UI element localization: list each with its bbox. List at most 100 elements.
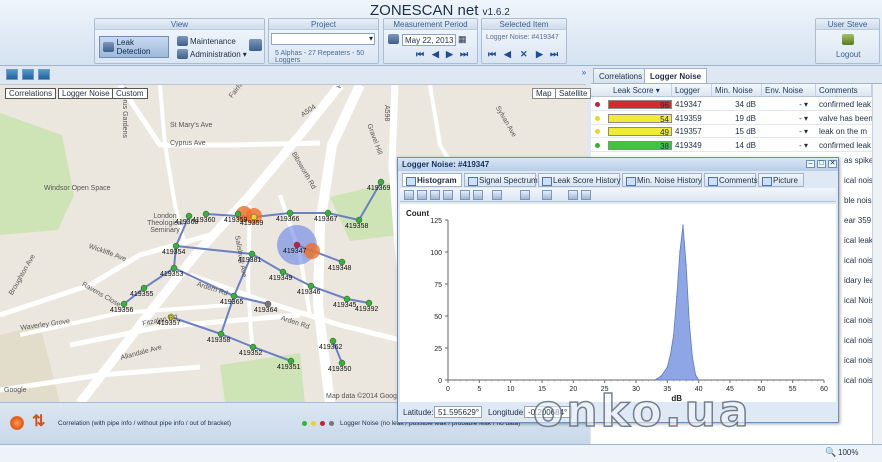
map-mode-button[interactable]: Map: [532, 88, 556, 99]
first-item-icon[interactable]: ⏮: [488, 49, 496, 60]
y-axis-label: Count: [406, 209, 429, 218]
bar-chart-icon[interactable]: [404, 190, 414, 200]
project-group-title: Project: [269, 19, 378, 30]
status-dot: [595, 102, 600, 107]
close-item-icon[interactable]: ✕: [520, 49, 528, 60]
leak-score-bar: 54: [608, 113, 672, 124]
comment-cell: as spikes: [844, 156, 872, 165]
prev-item-icon[interactable]: ◀: [504, 49, 511, 60]
comment-cell: ical noise: [844, 176, 872, 185]
area-chart-icon[interactable]: [417, 190, 427, 200]
last-item-icon[interactable]: ⏭: [550, 49, 558, 60]
table-row[interactable]: 54 419359 19 dB - ▾ valve has been: [591, 112, 872, 125]
line-chart-icon[interactable]: [430, 190, 440, 200]
correlation-burst-icon: [10, 416, 24, 430]
project-select[interactable]: ▾: [271, 33, 375, 45]
histogram-point: [669, 353, 672, 355]
admin-icon: [177, 49, 188, 59]
latitude-field[interactable]: 51.595629°: [434, 406, 482, 418]
x-tick-label: 5: [477, 386, 481, 393]
logger-label: 419354: [162, 249, 186, 256]
maintenance-button[interactable]: Maintenance: [177, 36, 236, 46]
calendar-icon[interactable]: ▦: [458, 34, 467, 45]
logger-label: 419350: [328, 366, 352, 373]
col-logger[interactable]: Logger: [672, 84, 712, 97]
period-toggle-icon[interactable]: [388, 34, 399, 44]
legend-icon[interactable]: [520, 190, 530, 200]
min-noise-cell: 15 dB: [735, 127, 756, 136]
tab-correlations[interactable]: Correlations: [593, 68, 649, 83]
ribbon: ZONESCAN net v1.6.2 View Leak Detection …: [0, 0, 882, 66]
map-tab-correlations[interactable]: Correlations: [5, 88, 57, 99]
layer-up-icon[interactable]: [22, 69, 34, 80]
minimize-icon[interactable]: –: [806, 160, 815, 168]
tab-comments[interactable]: Comments: [704, 173, 758, 187]
grid-scrollbar[interactable]: [872, 84, 882, 444]
tab-signal-spectrum[interactable]: Signal Spectrum: [464, 173, 538, 187]
print-chart-icon[interactable]: [568, 190, 578, 200]
administration-button[interactable]: Administration ▾: [177, 49, 247, 59]
tab-min-noise-history[interactable]: Min. Noise History: [622, 173, 702, 187]
next-item-icon[interactable]: ▶: [536, 49, 543, 60]
tab-logger-noise[interactable]: Logger Noise: [644, 68, 708, 83]
zoom-icon[interactable]: 🔍: [825, 447, 836, 458]
logger-label: 419369: [367, 185, 391, 192]
scatter-chart-icon[interactable]: [443, 190, 453, 200]
col-leak-score[interactable]: Leak Score ▾: [591, 84, 672, 97]
project-summary: 5 Alphas - 27 Repeaters - 50 Loggers: [275, 50, 365, 64]
window-tabs: Histogram Signal Spectrum Leak Score His…: [400, 173, 836, 187]
tab-histogram[interactable]: Histogram: [402, 173, 462, 187]
histogram-point: [682, 224, 684, 226]
logout-button[interactable]: Logout: [836, 50, 860, 59]
last-period-icon[interactable]: ⏭: [460, 49, 468, 60]
series-icon[interactable]: [542, 190, 552, 200]
window-title[interactable]: Logger Noise: #419347: [398, 158, 838, 171]
histogram-point: [694, 374, 697, 376]
date-input[interactable]: May 22, 2013: [402, 34, 456, 46]
histogram-point: [660, 375, 662, 377]
palette-icon[interactable]: [492, 190, 502, 200]
tab-leak-score-history[interactable]: Leak Score History: [538, 173, 621, 187]
comment-cell: ical noise: [844, 376, 872, 385]
env-noise-cell: - ▾: [799, 100, 808, 109]
split-view-icon[interactable]: [473, 190, 483, 200]
leak-score-value: 54: [660, 114, 669, 124]
period-group-title: Measurement Period: [384, 19, 477, 30]
comment-cell: ear 359: [844, 216, 872, 225]
table-row[interactable]: 96 419347 34 dB - ▾ confirmed leak: [591, 98, 872, 111]
close-icon[interactable]: ✕: [828, 160, 837, 168]
maximize-icon[interactable]: □: [817, 160, 826, 168]
logger-label: 419347: [283, 248, 307, 255]
leak-score-value: 96: [660, 101, 669, 110]
min-noise-cell: 19 dB: [735, 113, 756, 123]
map-tab-logger-noise[interactable]: Logger Noise: [58, 88, 114, 99]
histogram-plot[interactable]: 0 25 50 75 100 125 0 5 10 15 20 25 30 35 40 45 50 55 60 Cou…: [400, 204, 836, 403]
tab-picture[interactable]: Picture: [758, 173, 804, 187]
map-tab-custom[interactable]: Custom: [112, 88, 148, 99]
layer-settings-icon[interactable]: [38, 69, 50, 80]
zoom-level[interactable]: 100%: [838, 448, 858, 457]
leak-score-bar: 49: [608, 127, 672, 137]
collapse-map-icon[interactable]: »: [579, 68, 589, 81]
table-row[interactable]: 49 419357 15 dB - ▾ leak on the m: [591, 125, 872, 138]
logout-icon[interactable]: [842, 34, 854, 45]
next-period-icon[interactable]: ▶: [446, 49, 453, 60]
logger-label: 419366: [276, 216, 300, 223]
prev-period-icon[interactable]: ◀: [432, 49, 439, 60]
zoom-extent-icon[interactable]: [6, 69, 18, 80]
table-row[interactable]: 38 419349 14 dB - ▾ confirmed leak: [591, 139, 872, 152]
x-tick-label: 10: [507, 386, 515, 393]
copy-chart-icon[interactable]: [581, 190, 591, 200]
min-noise-cell: 14 dB: [735, 140, 756, 150]
col-min-noise[interactable]: Min. Noise: [712, 84, 762, 97]
col-comments[interactable]: Comments: [816, 84, 872, 97]
leak-detection-button[interactable]: Leak Detection: [99, 36, 169, 58]
correlation-legend-text: Correlation (with pipe info / without pi…: [58, 420, 232, 427]
printer-icon[interactable]: [249, 39, 262, 51]
first-period-icon[interactable]: ⏮: [416, 49, 424, 60]
satellite-mode-button[interactable]: Satellite: [555, 88, 592, 99]
comment-cell: ical leak -: [844, 236, 872, 245]
table-view-icon[interactable]: [460, 190, 470, 200]
col-env-noise[interactable]: Env. Noise: [762, 84, 816, 97]
period-group: Measurement Period May 22, 2013 ▦ ⏮ ◀ ▶ …: [383, 18, 478, 64]
